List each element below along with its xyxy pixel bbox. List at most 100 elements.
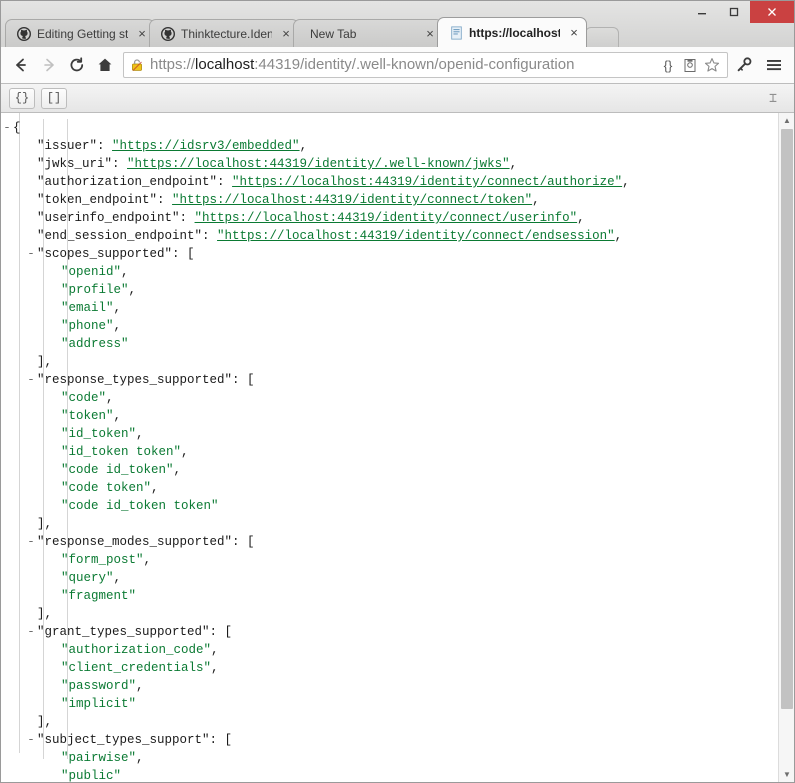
indent-guide xyxy=(43,119,44,759)
tab-new-tab[interactable]: New Tab × xyxy=(293,19,443,47)
json-line-text: ], xyxy=(1,713,52,731)
json-string-value: "form_post" xyxy=(61,553,144,567)
json-punctuation: : xyxy=(157,193,173,207)
collapse-toggle[interactable]: - xyxy=(25,533,37,551)
json-line: "authorization_endpoint": "https://local… xyxy=(1,173,778,191)
json-line-text: "pairwise", xyxy=(1,749,144,767)
save-page-icon[interactable] xyxy=(679,54,701,76)
address-bar[interactable]: https://localhost:44319/identity/.well-k… xyxy=(123,52,728,78)
json-link-value[interactable]: "https://localhost:44319/identity/connec… xyxy=(172,193,532,207)
json-key: "scopes_supported" xyxy=(37,247,173,261)
json-link-value[interactable]: "https://localhost:44319/identity/connec… xyxy=(232,175,622,189)
json-string-value: "address" xyxy=(61,337,129,351)
json-string-value: "query" xyxy=(61,571,114,585)
json-line-text: ], xyxy=(1,605,52,623)
content-area: -{"issuer": "https://idsrv3/embedded","j… xyxy=(1,113,794,782)
window-controls xyxy=(686,1,794,23)
hamburger-menu-icon[interactable] xyxy=(760,51,788,79)
scroll-down-arrow[interactable]: ▼ xyxy=(779,767,794,782)
json-line-text: "fragment" xyxy=(1,587,136,605)
browser-window: Editing Getting star × Thinktecture.Iden… xyxy=(0,0,795,783)
insecure-lock-icon[interactable] xyxy=(129,57,145,73)
collapse-toggle[interactable]: - xyxy=(25,245,37,263)
vertical-scrollbar[interactable]: ▲ ▼ xyxy=(778,113,794,782)
close-button[interactable] xyxy=(750,1,794,23)
tab-editing-getting-started[interactable]: Editing Getting star × xyxy=(5,19,155,47)
collapse-toggle[interactable]: - xyxy=(25,731,37,749)
json-string-value: "phone" xyxy=(61,319,114,333)
forward-button[interactable] xyxy=(35,51,63,79)
maximize-button[interactable] xyxy=(718,1,750,23)
json-line: "token", xyxy=(1,407,778,425)
json-line: ], xyxy=(1,605,778,623)
json-line: - "response_modes_supported": [ xyxy=(1,533,778,551)
json-punctuation: , xyxy=(128,283,137,297)
tab-close-icon[interactable]: × xyxy=(566,25,582,41)
tab-strip: Editing Getting star × Thinktecture.Iden… xyxy=(5,17,674,47)
json-string-value: "token" xyxy=(61,409,114,423)
json-viewer-toolbar: {} [] ⌶ xyxy=(1,84,794,113)
collapse-arrays-button[interactable]: [] xyxy=(41,87,67,109)
collapse-toggle[interactable]: - xyxy=(25,623,37,641)
collapse-toggle[interactable]: - xyxy=(25,371,37,389)
json-punctuation: , xyxy=(136,427,144,441)
reload-button[interactable] xyxy=(63,51,91,79)
json-punctuation: , xyxy=(532,193,540,207)
tab-close-icon[interactable]: × xyxy=(134,26,150,42)
json-line-text: "code id_token", xyxy=(1,461,181,479)
json-line-text: "code", xyxy=(1,389,114,407)
home-icon[interactable] xyxy=(91,51,119,79)
json-line: "public" xyxy=(1,767,778,782)
scroll-up-arrow[interactable]: ▲ xyxy=(779,113,794,128)
json-line: ], xyxy=(1,713,778,731)
github-icon xyxy=(160,26,176,42)
json-link-value[interactable]: "https://localhost:44319/identity/connec… xyxy=(217,229,615,243)
json-line-text: "address" xyxy=(1,335,129,353)
json-line: "query", xyxy=(1,569,778,587)
json-line-text: "issuer": "https://idsrv3/embedded", xyxy=(1,137,307,155)
bookmark-star-icon[interactable] xyxy=(701,54,723,76)
json-punctuation: , xyxy=(136,751,144,765)
json-line: "phone", xyxy=(1,317,778,335)
scrollbar-thumb[interactable] xyxy=(781,129,793,709)
minimize-button[interactable] xyxy=(686,1,718,23)
json-line-text: "end_session_endpoint": "https://localho… xyxy=(1,227,622,245)
json-line-text: "implicit" xyxy=(1,695,136,713)
json-line-text: "password", xyxy=(1,677,144,695)
json-viewer-icon[interactable]: {} xyxy=(657,54,679,76)
json-link-value[interactable]: "https://localhost:44319/identity/connec… xyxy=(195,211,578,225)
json-line-text: "response_modes_supported": [ xyxy=(1,533,255,551)
tab-close-icon[interactable]: × xyxy=(422,26,438,42)
json-punctuation: , xyxy=(211,643,219,657)
json-document[interactable]: -{"issuer": "https://idsrv3/embedded","j… xyxy=(1,113,778,782)
tab-close-icon[interactable]: × xyxy=(278,26,294,42)
collapse-objects-button[interactable]: {} xyxy=(9,87,35,109)
json-link-value[interactable]: "https://idsrv3/embedded" xyxy=(112,139,300,153)
json-punctuation: : [ xyxy=(232,373,255,387)
json-link-value[interactable]: "https://localhost:44319/identity/.well-… xyxy=(127,157,510,171)
tab-openid-configuration[interactable]: https://localhost:44 × xyxy=(437,17,587,47)
key-extension-icon[interactable] xyxy=(730,51,758,79)
json-line-text: "phone", xyxy=(1,317,121,335)
json-key: "grant_types_supported" xyxy=(37,625,210,639)
collapse-toggle[interactable]: - xyxy=(1,119,13,137)
new-tab-button[interactable] xyxy=(585,27,619,47)
json-key: "subject_types_support" xyxy=(37,733,210,747)
json-string-value: "pairwise" xyxy=(61,751,137,765)
json-line-text: "jwks_uri": "https://localhost:44319/ide… xyxy=(1,155,517,173)
raw-data-icon[interactable]: ⌶ xyxy=(764,89,782,107)
json-line: "email", xyxy=(1,299,778,317)
json-string-value: "openid" xyxy=(61,265,122,279)
tab-label: Editing Getting star xyxy=(37,26,128,41)
json-punctuation: ], xyxy=(37,355,53,369)
back-button[interactable] xyxy=(7,51,35,79)
json-punctuation: : xyxy=(97,139,113,153)
tab-thinktecture-identity[interactable]: Thinktecture.Identit × xyxy=(149,19,299,47)
json-punctuation: , xyxy=(173,463,182,477)
github-icon xyxy=(16,26,32,42)
json-string-value: "client_credentials" xyxy=(61,661,212,675)
json-line-text: "id_token token", xyxy=(1,443,189,461)
json-line: "pairwise", xyxy=(1,749,778,767)
json-punctuation: { xyxy=(13,121,21,135)
json-line-text: "token", xyxy=(1,407,121,425)
